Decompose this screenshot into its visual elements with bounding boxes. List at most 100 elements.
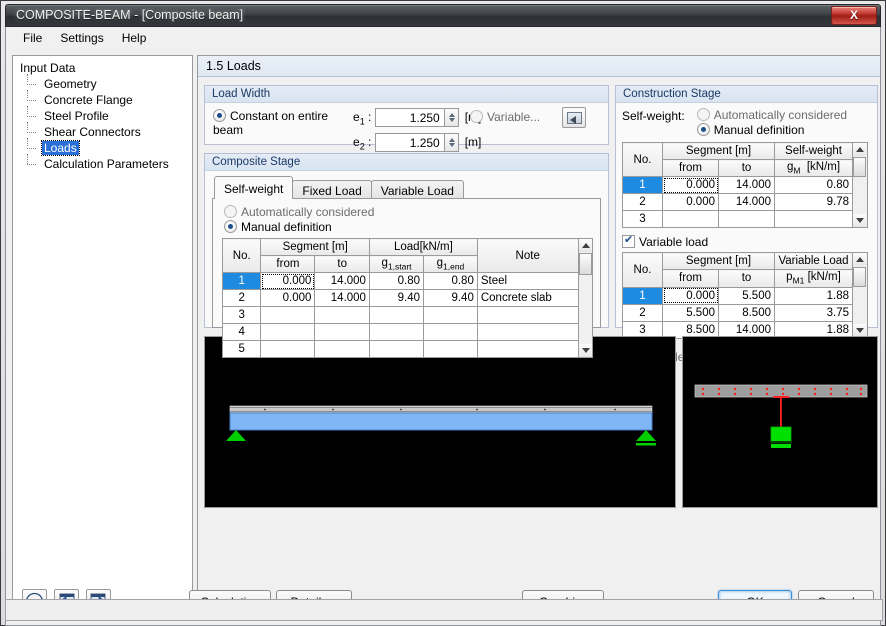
scroll-down-icon[interactable] [578, 344, 592, 357]
col-header-g1-start: g1,start [368, 254, 425, 274]
close-icon[interactable]: X [831, 6, 877, 25]
cell-note[interactable] [476, 323, 579, 342]
composite-manual-definition-radio[interactable] [224, 220, 237, 233]
cell-g-end[interactable]: 0.80 [423, 272, 478, 291]
sidebar-item-concrete-flange[interactable]: Concrete Flange [27, 90, 187, 108]
cell-note[interactable] [476, 340, 579, 359]
construction-auto-considered-radio[interactable] [696, 108, 710, 121]
e2-unit: [m] [464, 134, 482, 149]
composite-auto-considered-label[interactable]: Automatically considered [241, 205, 374, 219]
composite-auto-considered-radio[interactable] [224, 205, 237, 218]
cell-from[interactable] [260, 306, 316, 325]
picker-icon[interactable] [562, 107, 586, 128]
cell-note[interactable]: Steel [476, 272, 579, 291]
cell-from[interactable] [260, 323, 316, 342]
cell-from[interactable]: 0.000 [260, 289, 316, 308]
table-row[interactable]: 4 [221, 323, 579, 342]
scroll-down-icon[interactable] [853, 214, 866, 227]
e1-spinner[interactable] [443, 108, 459, 127]
cell-to[interactable] [718, 210, 775, 229]
cell-g-end[interactable]: 9.40 [423, 289, 478, 308]
table-row[interactable]: 1 0.000 5.500 1.88 [622, 286, 853, 305]
variable-load-table-scrollbar[interactable] [853, 252, 868, 339]
composite-stage-table[interactable]: No. Segment [m] Load[kN/m] Note from to … [221, 237, 579, 359]
construction-auto-considered-label[interactable]: Automatically considered [714, 108, 847, 122]
cell-self-weight[interactable] [774, 210, 853, 229]
cell-to[interactable]: 14.000 [314, 272, 370, 291]
sidebar-item-shear-connectors[interactable]: Shear Connectors [27, 122, 187, 140]
table-row[interactable]: 3 [622, 210, 853, 229]
table-row[interactable]: 2 0.000 14.000 9.78 [622, 193, 853, 212]
menu-item-settings[interactable]: Settings [51, 28, 112, 48]
scrollbar-thumb[interactable] [853, 267, 866, 288]
table-row[interactable]: 3 [221, 306, 579, 325]
table-row[interactable]: 1 0.000 14.000 0.80 [622, 176, 853, 195]
constant-on-entire-beam-radio[interactable] [213, 109, 226, 122]
construction-stage-table[interactable]: No. Segment [m] Self-weight from to gM [… [622, 141, 853, 229]
construction-table-scrollbar[interactable] [853, 142, 868, 228]
cell-variable-load[interactable]: 3.75 [774, 303, 853, 322]
scrollbar-thumb[interactable] [578, 253, 592, 275]
cell-g-start[interactable]: 0.80 [368, 272, 425, 291]
cell-to[interactable] [314, 340, 370, 359]
scrollbar-thumb[interactable] [853, 157, 866, 177]
tab-self-weight[interactable]: Self-weight [214, 176, 294, 199]
beam-cross-section-view[interactable] [682, 336, 878, 508]
cell-note[interactable] [476, 306, 579, 325]
construction-manual-definition-radio[interactable] [696, 123, 710, 136]
e2-field[interactable]: 1.250 [374, 133, 445, 152]
cell-from[interactable]: 0.000 [662, 176, 719, 195]
variable-load-width-radio[interactable] [470, 110, 483, 123]
sidebar-item-loads[interactable]: Loads [27, 138, 187, 156]
cell-from[interactable]: 5.500 [662, 303, 719, 322]
cell-g-start[interactable] [368, 306, 425, 325]
cell-to[interactable] [314, 323, 370, 342]
beam-elevation-view[interactable] [204, 336, 676, 508]
cell-self-weight[interactable]: 9.78 [774, 193, 853, 212]
cell-self-weight[interactable]: 0.80 [774, 176, 853, 195]
cell-note[interactable]: Concrete slab [476, 289, 579, 308]
cell-to[interactable]: 14.000 [718, 193, 775, 212]
cell-from[interactable] [260, 340, 316, 359]
cell-g-start[interactable] [368, 340, 425, 359]
composite-manual-definition-label[interactable]: Manual definition [241, 220, 332, 234]
cell-to[interactable]: 5.500 [718, 286, 775, 305]
cell-from[interactable]: 0.000 [260, 272, 316, 291]
e1-field[interactable]: 1.250 [374, 108, 445, 127]
composite-table-scrollbar[interactable] [578, 238, 593, 358]
variable-load-checkbox[interactable] [622, 233, 635, 249]
cell-g-end[interactable] [423, 323, 478, 342]
cell-to[interactable]: 14.000 [314, 289, 370, 308]
cell-g-end[interactable] [423, 340, 478, 359]
cell-from[interactable]: 0.000 [662, 193, 719, 212]
constant-on-entire-beam-label[interactable]: Constant on entire beam [213, 109, 328, 137]
cell-from[interactable] [662, 210, 719, 229]
scroll-up-icon[interactable] [578, 239, 592, 252]
sidebar-item-steel-profile[interactable]: Steel Profile [27, 106, 187, 124]
variable-load-label[interactable]: Variable load [639, 235, 708, 249]
table-row[interactable]: 2 5.500 8.500 3.75 [622, 303, 853, 322]
scroll-up-icon[interactable] [853, 253, 866, 267]
variable-load-table[interactable]: No. Segment [m] Variable Load from to pM… [622, 252, 853, 339]
cell-g-end[interactable] [423, 306, 478, 325]
cell-to[interactable]: 8.500 [718, 303, 775, 322]
row-number: 1 [622, 176, 663, 195]
menu-item-file[interactable]: File [14, 28, 51, 48]
table-row[interactable]: 2 0.000 14.000 9.40 9.40 Concrete slab [221, 289, 579, 308]
scroll-up-icon[interactable] [853, 143, 866, 156]
sidebar-item-calculation-parameters[interactable]: Calculation Parameters [27, 154, 187, 172]
cell-variable-load[interactable]: 1.88 [774, 286, 853, 305]
cell-from[interactable]: 0.000 [662, 286, 719, 305]
variable-load-width-label[interactable]: Variable... [487, 110, 540, 124]
cell-to[interactable]: 14.000 [718, 176, 775, 195]
e2-spinner[interactable] [443, 133, 459, 152]
sidebar-item-geometry[interactable]: Geometry [27, 74, 187, 92]
table-row[interactable]: 5 [221, 340, 579, 359]
construction-manual-definition-label[interactable]: Manual definition [714, 123, 805, 137]
cell-g-start[interactable] [368, 323, 425, 342]
table-row[interactable]: 1 0.000 14.000 0.80 0.80 Steel [221, 272, 579, 291]
menu-item-help[interactable]: Help [113, 28, 156, 48]
cell-to[interactable] [314, 306, 370, 325]
cell-g-start[interactable]: 9.40 [368, 289, 425, 308]
col-header-no: No. [622, 141, 663, 178]
